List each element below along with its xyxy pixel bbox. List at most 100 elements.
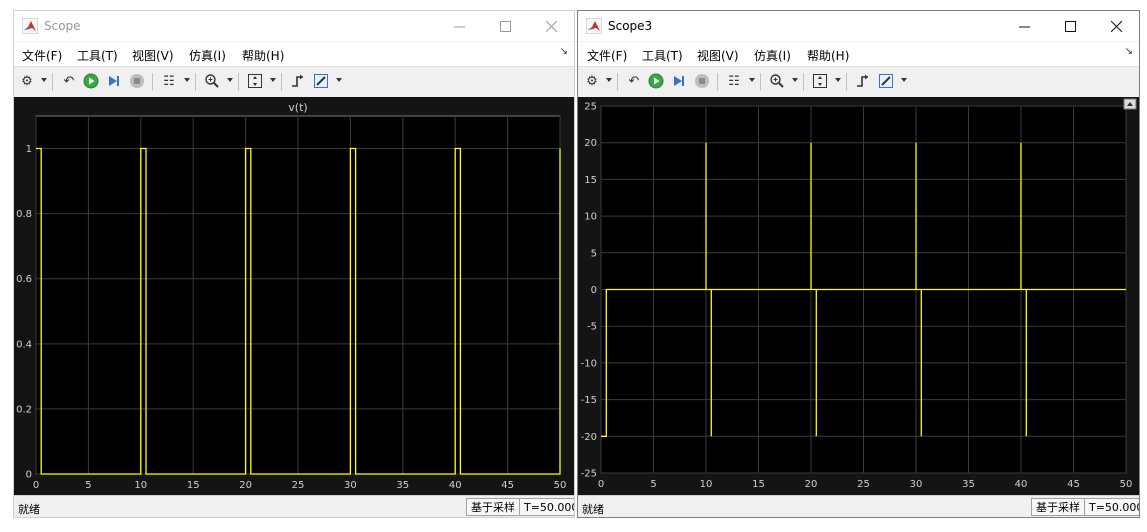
undock-arrow-icon[interactable]: ↘ bbox=[560, 46, 568, 57]
x-tick-label: 25 bbox=[292, 480, 305, 491]
menu-tools[interactable]: 工具(T) bbox=[77, 47, 118, 64]
stop-icon[interactable] bbox=[693, 72, 711, 90]
trigger-icon[interactable] bbox=[289, 72, 307, 90]
menu-view[interactable]: 视图(V) bbox=[697, 47, 739, 64]
run-back-icon[interactable]: ↶ bbox=[60, 72, 78, 90]
chevron-down-icon[interactable] bbox=[227, 78, 233, 82]
chevron-down-icon[interactable] bbox=[901, 78, 907, 82]
y-tick-label: 0.2 bbox=[16, 404, 32, 415]
maximize-button[interactable] bbox=[1047, 11, 1093, 41]
x-tick-label: 5 bbox=[650, 479, 656, 490]
scale-axes-icon[interactable] bbox=[246, 72, 264, 90]
title-bar[interactable]: Scope3 bbox=[578, 11, 1139, 41]
menu-file[interactable]: 文件(F) bbox=[587, 47, 627, 64]
y-tick-label: 5 bbox=[591, 248, 597, 259]
y-tick-label: 10 bbox=[584, 212, 597, 223]
stop-icon[interactable] bbox=[128, 72, 146, 90]
minimize-button[interactable] bbox=[436, 11, 482, 41]
signal-select-icon[interactable]: ☷ bbox=[725, 72, 743, 90]
minimize-icon bbox=[453, 26, 465, 27]
plot-area[interactable]: 0 5 10 15 20 25 30 35 40 45 50 -25 -20 -15 -10 -5 0 5 10 15… bbox=[578, 97, 1139, 495]
toolbar-separator bbox=[238, 73, 239, 91]
sim-time: T=50.000 bbox=[1084, 498, 1139, 516]
highlight-icon[interactable] bbox=[312, 72, 330, 90]
y-tick-label: 20 bbox=[584, 138, 597, 149]
undock-arrow-icon[interactable]: ↘ bbox=[1125, 46, 1133, 57]
maximize-icon bbox=[1064, 20, 1076, 32]
signal-select-icon[interactable]: ☷ bbox=[160, 72, 178, 90]
trigger-icon[interactable] bbox=[854, 72, 872, 90]
toolbar: ⚙ ↶ ☷ bbox=[14, 66, 574, 98]
x-tick-label: 10 bbox=[134, 480, 147, 491]
toolbar-separator bbox=[52, 73, 53, 91]
chevron-down-icon[interactable] bbox=[792, 78, 798, 82]
x-tick-label: 50 bbox=[1120, 479, 1133, 490]
maximize-button[interactable] bbox=[482, 11, 528, 41]
matlab-logo-icon bbox=[586, 18, 602, 34]
x-tick-label: 50 bbox=[554, 480, 567, 491]
menu-tools[interactable]: 工具(T) bbox=[642, 47, 683, 64]
y-tick-label: 0 bbox=[26, 470, 32, 481]
close-button[interactable] bbox=[1093, 11, 1139, 41]
run-icon[interactable] bbox=[82, 72, 100, 90]
window-title: Scope bbox=[44, 19, 81, 33]
step-forward-icon[interactable] bbox=[669, 72, 687, 90]
title-bar[interactable]: Scope bbox=[14, 11, 574, 41]
zoom-in-icon[interactable] bbox=[203, 72, 221, 90]
x-tick-label: 35 bbox=[396, 480, 409, 491]
menu-help[interactable]: 帮助(H) bbox=[242, 47, 284, 64]
run-back-icon[interactable]: ↶ bbox=[625, 72, 643, 90]
scale-axes-icon[interactable] bbox=[811, 72, 829, 90]
chevron-down-icon[interactable] bbox=[184, 78, 190, 82]
gear-icon[interactable]: ⚙ bbox=[583, 72, 601, 90]
y-tick-label: 1 bbox=[26, 144, 32, 155]
sample-mode: 基于采样 bbox=[1031, 498, 1085, 516]
x-tick-label: 15 bbox=[752, 479, 765, 490]
y-tick-label: 0.6 bbox=[16, 274, 32, 285]
menu-simulation[interactable]: 仿真(I) bbox=[189, 47, 226, 64]
menu-view[interactable]: 视图(V) bbox=[132, 47, 174, 64]
zoom-in-icon[interactable] bbox=[768, 72, 786, 90]
close-icon bbox=[1110, 20, 1122, 32]
y-tick-label: 25 bbox=[584, 102, 597, 113]
x-tick-label: 20 bbox=[239, 480, 252, 491]
highlight-icon[interactable] bbox=[877, 72, 895, 90]
toolbar-separator bbox=[281, 73, 282, 91]
y-tick-label: -15 bbox=[581, 395, 597, 406]
menu-bar: 文件(F) 工具(T) 视图(V) 仿真(I) 帮助(H) ↘ bbox=[14, 42, 574, 66]
window-title: Scope3 bbox=[608, 19, 653, 33]
chevron-down-icon[interactable] bbox=[336, 78, 342, 82]
toolbar-separator bbox=[803, 73, 804, 91]
y-tick-label: 0 bbox=[591, 285, 597, 296]
close-button[interactable] bbox=[528, 11, 574, 41]
x-tick-label: 15 bbox=[187, 480, 200, 491]
chevron-down-icon[interactable] bbox=[749, 78, 755, 82]
matlab-logo-icon bbox=[22, 18, 38, 34]
toolbar: ⚙ ↶ ☷ bbox=[578, 66, 1139, 98]
chevron-down-icon[interactable] bbox=[835, 78, 841, 82]
chevron-down-icon[interactable] bbox=[606, 78, 612, 82]
x-tick-label: 45 bbox=[1067, 479, 1080, 490]
sample-mode: 基于采样 bbox=[466, 498, 520, 516]
x-tick-label: 45 bbox=[501, 480, 514, 491]
sim-time: T=50.000 bbox=[519, 498, 574, 516]
minimize-icon bbox=[1018, 26, 1030, 27]
scope3-chart: 0 5 10 15 20 25 30 35 40 45 50 -25 -20 -15 -10 -5 0 5 10 15… bbox=[581, 98, 1137, 490]
run-icon[interactable] bbox=[647, 72, 665, 90]
chevron-down-icon[interactable] bbox=[270, 78, 276, 82]
step-forward-icon[interactable] bbox=[104, 72, 122, 90]
status-bar: 就绪 基于采样 T=50.000 bbox=[578, 495, 1139, 517]
menu-help[interactable]: 帮助(H) bbox=[807, 47, 849, 64]
x-tick-label: 40 bbox=[449, 480, 462, 491]
y-tick-label: 15 bbox=[584, 175, 597, 186]
chevron-down-icon[interactable] bbox=[41, 78, 47, 82]
x-tick-label: 30 bbox=[344, 480, 357, 491]
menu-file[interactable]: 文件(F) bbox=[22, 47, 62, 64]
toolbar-separator bbox=[152, 73, 153, 91]
scope-window: Scope 文件(F) 工具(T) 视图(V) 仿真(I) 帮助(H) ↘ ⚙ … bbox=[13, 10, 575, 518]
menu-simulation[interactable]: 仿真(I) bbox=[754, 47, 791, 64]
plot-area[interactable]: 0 5 10 15 20 25 30 35 40 45 50 0 0.2 0.4 0.6 0.8 1 v(t) bbox=[14, 97, 574, 495]
minimize-button[interactable] bbox=[1001, 11, 1047, 41]
vt-chart: 0 5 10 15 20 25 30 35 40 45 50 0 0.2 0.4 0.6 0.8 1 v(t) bbox=[16, 101, 567, 491]
gear-icon[interactable]: ⚙ bbox=[18, 72, 36, 90]
